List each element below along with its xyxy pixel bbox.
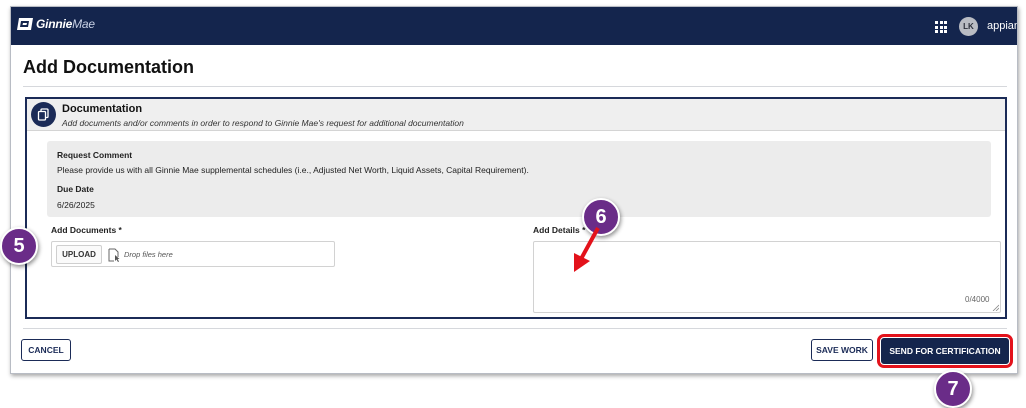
resize-grip-icon[interactable] xyxy=(992,304,999,311)
due-date-value: 6/26/2025 xyxy=(57,200,95,210)
page-title: Add Documentation xyxy=(23,57,194,77)
red-arrow-icon xyxy=(574,227,600,272)
add-documents-label: Add Documents * xyxy=(51,225,122,235)
request-comment-text: Please provide us with all Ginnie Mae su… xyxy=(57,165,529,175)
step-marker-5: 5 xyxy=(0,227,38,265)
app-launcher-grid-icon[interactable] xyxy=(935,21,947,33)
character-count: 0/4000 xyxy=(965,295,990,304)
app-window: GinnieMae LK appian Add Documentation Do… xyxy=(10,6,1018,374)
drop-file-icon xyxy=(108,248,120,262)
divider xyxy=(23,328,1007,329)
logo-text-bold: Ginnie xyxy=(36,17,73,31)
ginnie-mae-logo[interactable]: GinnieMae xyxy=(17,17,95,31)
documentation-subtitle: Add documents and/or comments in order t… xyxy=(62,118,464,128)
user-avatar[interactable]: LK xyxy=(959,17,978,36)
drop-files-placeholder: Drop files here xyxy=(124,250,173,259)
documentation-header: Documentation Add documents and/or comme… xyxy=(27,99,1005,131)
documentation-title: Documentation xyxy=(62,103,143,115)
save-work-button[interactable]: SAVE WORK xyxy=(811,339,873,361)
send-for-certification-button[interactable]: SEND FOR CERTIFICATION xyxy=(877,334,1013,368)
due-date-label: Due Date xyxy=(57,184,94,194)
top-navigation-bar: GinnieMae LK appian xyxy=(11,7,1017,45)
upload-button[interactable]: UPLOAD xyxy=(56,245,102,264)
appian-brand: appian xyxy=(987,20,1018,32)
logo-text-light: Mae xyxy=(72,17,95,31)
ginnie-mae-logo-icon xyxy=(17,18,33,30)
copy-documents-icon xyxy=(31,102,56,127)
cancel-button[interactable]: CANCEL xyxy=(21,339,71,361)
documentation-section: Documentation Add documents and/or comme… xyxy=(25,97,1007,319)
request-comment-label: Request Comment xyxy=(57,150,133,160)
request-info-card: Request Comment Please provide us with a… xyxy=(47,141,991,217)
divider xyxy=(23,86,1007,87)
file-upload-dropzone[interactable]: UPLOAD Drop files here xyxy=(51,241,335,267)
step-marker-7: 7 xyxy=(934,370,972,408)
